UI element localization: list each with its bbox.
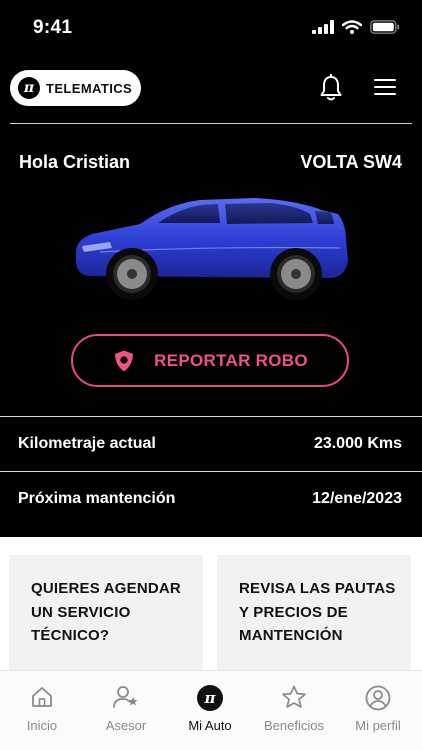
logo-icon: π	[197, 685, 223, 711]
vehicle-model: VOLTA SW4	[300, 152, 402, 172]
header-divider	[10, 123, 412, 124]
mileage-value: 23.000 Kms	[313, 435, 402, 452]
info-divider	[0, 416, 422, 417]
cellular-signal-icon	[312, 20, 334, 34]
app-header: π TELEMATICS	[0, 62, 422, 114]
star-icon	[282, 685, 306, 708]
mileage-label: Kilometraje actual	[18, 435, 156, 452]
tab-label: Mi Auto	[188, 718, 232, 733]
report-theft-label: REPORTAR ROBO	[154, 350, 308, 370]
card-title: QUIERES AGENDAR UN SERVICIO TÉCNICO?	[31, 580, 181, 644]
advisor-icon	[113, 686, 138, 708]
bottom-tab-bar: Inicio Asesor π Mi Auto Beneficios Mi pe…	[0, 670, 422, 750]
tab-mi-auto[interactable]: π Mi Auto	[168, 671, 252, 750]
status-bar: 9:41	[0, 0, 422, 56]
status-icons	[312, 20, 400, 34]
status-time: 9:41	[33, 17, 73, 38]
tab-asesor[interactable]: Asesor	[84, 671, 168, 750]
tab-beneficios[interactable]: Beneficios	[252, 671, 336, 750]
telematics-logo[interactable]: π TELEMATICS	[10, 70, 141, 106]
tab-inicio[interactable]: Inicio	[0, 671, 84, 750]
card-title: REVISA LAS PAUTAS Y PRECIOS DE MANTENCIÓ…	[239, 580, 396, 644]
shield-icon	[115, 350, 134, 371]
vehicle-image	[75, 198, 348, 300]
tab-label: Beneficios	[264, 718, 324, 733]
maintenance-label: Próxima mantención	[18, 490, 176, 507]
maintenance-value: 12/ene/2023	[312, 490, 402, 507]
maintenance-prices-card[interactable]: REVISA LAS PAUTAS Y PRECIOS DE MANTENCIÓ…	[217, 555, 411, 675]
tab-label: Inicio	[26, 718, 58, 733]
report-theft-button[interactable]: REPORTAR ROBO	[71, 334, 349, 387]
greeting-text: Hola Cristian	[19, 152, 131, 172]
logo-text: TELEMATICS	[46, 80, 133, 96]
wifi-icon	[342, 20, 362, 34]
service-cards: QUIERES AGENDAR UN SERVICIO TÉCNICO? REV…	[0, 537, 422, 675]
pi-logo-icon: π	[18, 77, 40, 99]
hamburger-menu-icon[interactable]	[374, 78, 396, 96]
tab-label: Mi perfil	[355, 718, 401, 733]
battery-icon	[370, 20, 400, 34]
schedule-service-card[interactable]: QUIERES AGENDAR UN SERVICIO TÉCNICO?	[9, 555, 203, 675]
tab-label: Asesor	[105, 718, 147, 733]
notification-bell-icon[interactable]	[319, 74, 343, 102]
svg-text:π: π	[204, 689, 217, 707]
home-icon	[32, 687, 52, 707]
tab-mi-perfil[interactable]: Mi perfil	[336, 671, 420, 750]
profile-icon	[365, 685, 391, 711]
info-divider	[0, 471, 422, 472]
